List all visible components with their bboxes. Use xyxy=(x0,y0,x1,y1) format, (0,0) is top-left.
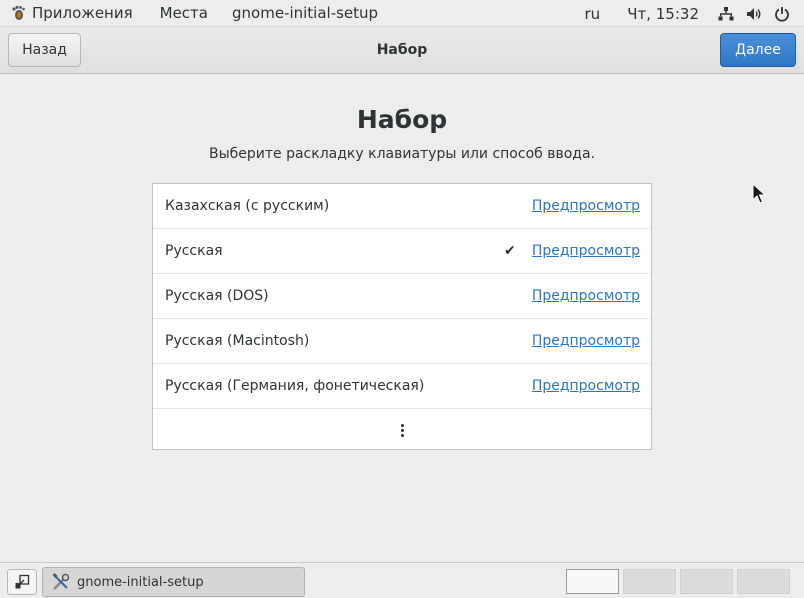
layout-name: Русская (Macintosh) xyxy=(165,333,310,349)
layout-row-russian[interactable]: Русская ✔ Предпросмотр xyxy=(153,229,651,274)
clock[interactable]: Чт, 15:32 xyxy=(613,0,712,27)
layout-name: Казахская (с русским) xyxy=(165,198,330,214)
show-desktop-icon xyxy=(15,574,30,589)
input-source-list: Казахская (с русским) Предпросмотр Русск… xyxy=(152,183,652,450)
places-label: Места xyxy=(159,4,208,22)
gnome-foot-icon xyxy=(10,5,26,21)
page-subtitle: Выберите раскладку клавиатуры или способ… xyxy=(208,146,595,162)
network-wired-icon xyxy=(712,0,740,27)
workspace-2[interactable] xyxy=(623,569,676,594)
system-menu[interactable] xyxy=(712,0,804,27)
app-menu-label: gnome-initial-setup xyxy=(232,4,379,22)
power-icon xyxy=(768,0,796,27)
applications-label: Приложения xyxy=(32,4,133,22)
tools-icon xyxy=(51,572,71,592)
volume-icon xyxy=(740,0,768,27)
preview-link[interactable]: Предпросмотр xyxy=(532,184,640,228)
preview-link[interactable]: Предпросмотр xyxy=(532,319,640,363)
preview-link[interactable]: Предпросмотр xyxy=(532,229,640,273)
next-button[interactable]: Далее xyxy=(720,33,796,67)
clock-label: Чт, 15:32 xyxy=(627,4,699,23)
layout-name: Русская (DOS) xyxy=(165,288,269,304)
bottom-panel: gnome-initial-setup xyxy=(0,562,804,598)
layout-row-kazakh-russian[interactable]: Казахская (с русским) Предпросмотр xyxy=(153,184,651,229)
layout-name: Русская (Германия, фонетическая) xyxy=(165,378,425,394)
keyboard-language-indicator[interactable]: ru xyxy=(572,0,614,27)
workspace-switcher xyxy=(566,569,790,594)
back-button[interactable]: Назад xyxy=(8,33,81,67)
top-panel: Приложения Места gnome-initial-setup ru … xyxy=(0,0,804,27)
applications-menu[interactable]: Приложения xyxy=(0,0,148,26)
main-content: Набор Выберите раскладку клавиатуры или … xyxy=(2,75,802,562)
preview-link[interactable]: Предпросмотр xyxy=(532,274,640,318)
layout-row-russian-dos[interactable]: Русская (DOS) Предпросмотр xyxy=(153,274,651,319)
more-layouts-row[interactable] xyxy=(153,409,651,449)
workspace-3[interactable] xyxy=(680,569,733,594)
show-desktop-button[interactable] xyxy=(7,569,37,595)
workspace-1[interactable] xyxy=(566,569,619,594)
places-menu[interactable]: Места xyxy=(148,0,220,26)
preview-link[interactable]: Предпросмотр xyxy=(532,364,640,408)
layout-row-russian-macintosh[interactable]: Русская (Macintosh) Предпросмотр xyxy=(153,319,651,364)
layout-row-russian-germany-phonetic[interactable]: Русская (Германия, фонетическая) Предпро… xyxy=(153,364,651,409)
view-more-icon xyxy=(400,423,404,437)
header-bar: Назад Набор Далее xyxy=(0,27,804,74)
checkmark-icon: ✔ xyxy=(504,243,516,259)
language-label: ru xyxy=(584,4,601,23)
app-menu[interactable]: gnome-initial-setup xyxy=(220,0,390,26)
layout-name: Русская xyxy=(165,243,223,259)
header-title: Набор xyxy=(376,42,428,58)
page-title: Набор xyxy=(356,105,448,134)
mouse-pointer-icon xyxy=(752,182,767,205)
workspace-4[interactable] xyxy=(737,569,790,594)
taskbar-window-title: gnome-initial-setup xyxy=(77,574,204,590)
taskbar-window-button[interactable]: gnome-initial-setup xyxy=(42,567,305,597)
